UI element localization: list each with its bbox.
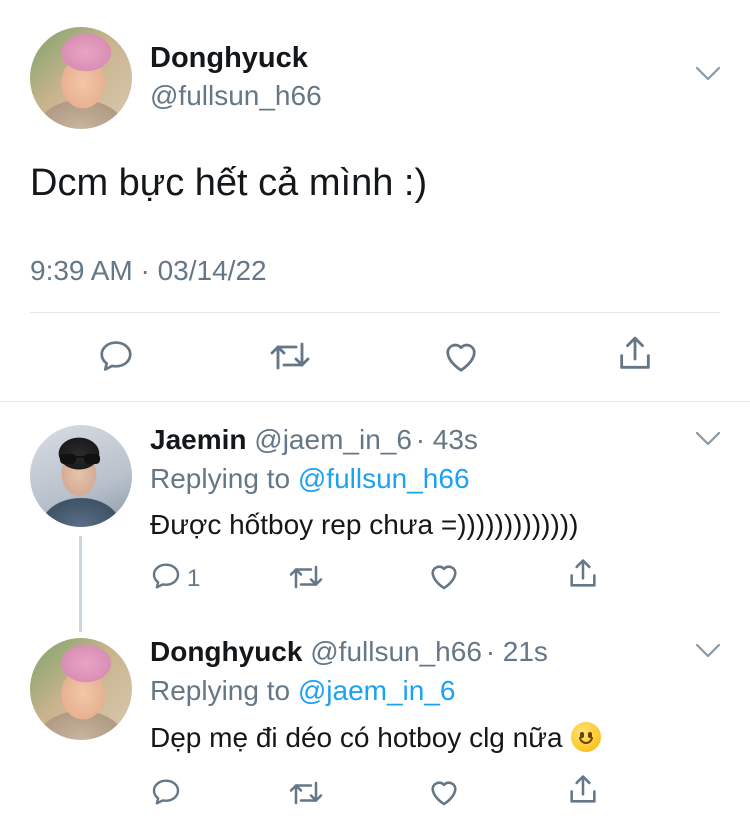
author-handle[interactable]: @fullsun_h66 <box>150 80 322 112</box>
share-button[interactable] <box>566 557 600 591</box>
reply-count: 1 <box>187 565 201 592</box>
divider <box>30 312 720 313</box>
sunglasses <box>60 454 100 464</box>
avatar[interactable] <box>30 638 132 740</box>
share-button[interactable] <box>566 773 600 807</box>
tweet-time: · 43s <box>415 424 478 455</box>
chevron-down-icon[interactable] <box>695 643 721 659</box>
replying-to-link[interactable]: @jaem_in_6 <box>298 675 456 706</box>
tweet-body: Dẹp mẹ đi déo có hotboy clg nữa <box>150 722 601 754</box>
retweet-icon <box>270 342 310 370</box>
heart-icon <box>446 343 476 372</box>
like-button[interactable] <box>441 336 481 376</box>
share-icon <box>620 336 650 369</box>
retweet-icon <box>289 565 323 589</box>
reply-icon <box>152 779 180 805</box>
reply-button[interactable] <box>150 560 182 592</box>
chevron-down-icon[interactable] <box>695 66 721 82</box>
like-button[interactable] <box>427 775 461 809</box>
smiling-face-emoji <box>570 722 601 752</box>
like-button[interactable] <box>427 559 461 593</box>
section-divider <box>0 401 750 402</box>
heart-icon <box>431 565 457 590</box>
author-name[interactable]: Donghyuck <box>150 42 308 75</box>
tweet-time: · 21s <box>485 636 548 667</box>
reply-header: Jaemin @jaem_in_6 · 43s <box>150 424 478 456</box>
author-handle[interactable]: @jaem_in_6 <box>254 424 412 455</box>
retweet-icon <box>289 781 323 805</box>
chevron-down-icon[interactable] <box>695 431 721 447</box>
replying-to: Replying to @jaem_in_6 <box>150 675 456 707</box>
heart-icon <box>431 781 457 806</box>
avatar[interactable] <box>30 27 132 129</box>
replying-to-link[interactable]: @fullsun_h66 <box>298 463 470 494</box>
share-icon <box>570 559 596 587</box>
thread-line <box>79 536 82 632</box>
retweet-button[interactable] <box>269 338 311 374</box>
tweet-timestamp: 9:39 AM · 03/14/22 <box>30 255 267 286</box>
avatar[interactable] <box>30 425 132 527</box>
reply-button[interactable] <box>150 776 182 808</box>
retweet-button[interactable] <box>288 562 324 592</box>
share-icon <box>570 775 596 803</box>
reply-icon <box>152 563 180 589</box>
author-handle[interactable]: @fullsun_h66 <box>310 636 482 667</box>
replying-to-label: Replying to <box>150 463 291 494</box>
reply-header: Donghyuck @fullsun_h66 · 21s <box>150 636 548 668</box>
replying-to: Replying to @fullsun_h66 <box>150 463 470 495</box>
share-button[interactable] <box>615 334 655 374</box>
tweet-text: Dcm bực hết cả mình :) <box>30 162 428 204</box>
reply-icon <box>100 341 132 371</box>
author-name[interactable]: Jaemin <box>150 424 247 455</box>
author-name[interactable]: Donghyuck <box>150 636 302 667</box>
tweet-text: Được hốtboy rep chưa =))))))))))))) <box>150 509 579 540</box>
replying-to-label: Replying to <box>150 675 291 706</box>
tweet-text: Dẹp mẹ đi déo có hotboy clg nữa <box>150 722 563 753</box>
reply-button[interactable] <box>97 337 135 375</box>
retweet-button[interactable] <box>288 778 324 808</box>
